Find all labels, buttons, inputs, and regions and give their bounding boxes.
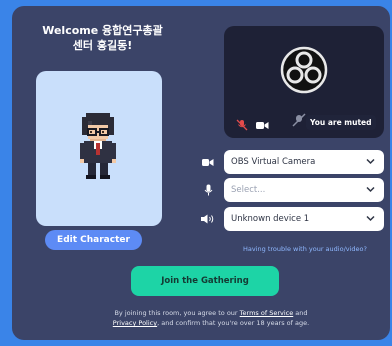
camera-toggle-icon[interactable] xyxy=(256,121,269,130)
speaker-icon xyxy=(201,214,214,224)
microphone-select[interactable]: Select... xyxy=(224,178,384,202)
join-gathering-button[interactable]: Join the Gathering xyxy=(131,266,279,296)
camera-select[interactable]: OBS Virtual Camera xyxy=(224,150,384,174)
join-room-card: Welcome 융합연구총괄 센터 홍길동! Edit Character Yo… xyxy=(12,6,390,340)
character-preview xyxy=(36,71,162,226)
chevron-down-icon xyxy=(366,215,375,222)
terms-of-service-link[interactable]: Terms of Service xyxy=(240,309,294,317)
chevron-down-icon xyxy=(366,186,375,193)
camera-select-value: OBS Virtual Camera xyxy=(231,157,316,167)
speaker-select[interactable]: Unknown device 1 xyxy=(224,207,384,231)
obs-logo-icon xyxy=(280,46,328,94)
terms-text-post: , and confirm that you're over 18 years … xyxy=(157,319,310,327)
terms-text-and: and xyxy=(293,309,308,317)
terms-notice: By joining this room, you agree to our T… xyxy=(98,308,324,328)
microphone-off-icon[interactable] xyxy=(236,119,248,131)
speaker-select-value: Unknown device 1 xyxy=(231,214,310,224)
muted-label: You are muted xyxy=(306,115,376,130)
muted-status-icon xyxy=(292,113,306,127)
edit-character-button[interactable]: Edit Character xyxy=(45,230,142,250)
microphone-select-placeholder: Select... xyxy=(231,185,266,195)
privacy-policy-link[interactable]: Privacy Policy xyxy=(113,319,157,327)
chevron-down-icon xyxy=(366,158,375,165)
welcome-line-2: 센터 홍길동! xyxy=(72,39,133,52)
video-preview: You are muted xyxy=(224,26,384,138)
microphone-icon xyxy=(204,184,213,196)
av-help-link[interactable]: Having trouble with your audio/video? xyxy=(226,245,384,253)
character-avatar xyxy=(80,113,116,179)
terms-text-pre: By joining this room, you agree to our xyxy=(114,309,240,317)
welcome-line-1: Welcome 융합연구총괄 xyxy=(42,24,163,37)
camera-icon xyxy=(202,159,214,166)
welcome-heading: Welcome 융합연구총괄 센터 홍길동! xyxy=(30,23,175,53)
